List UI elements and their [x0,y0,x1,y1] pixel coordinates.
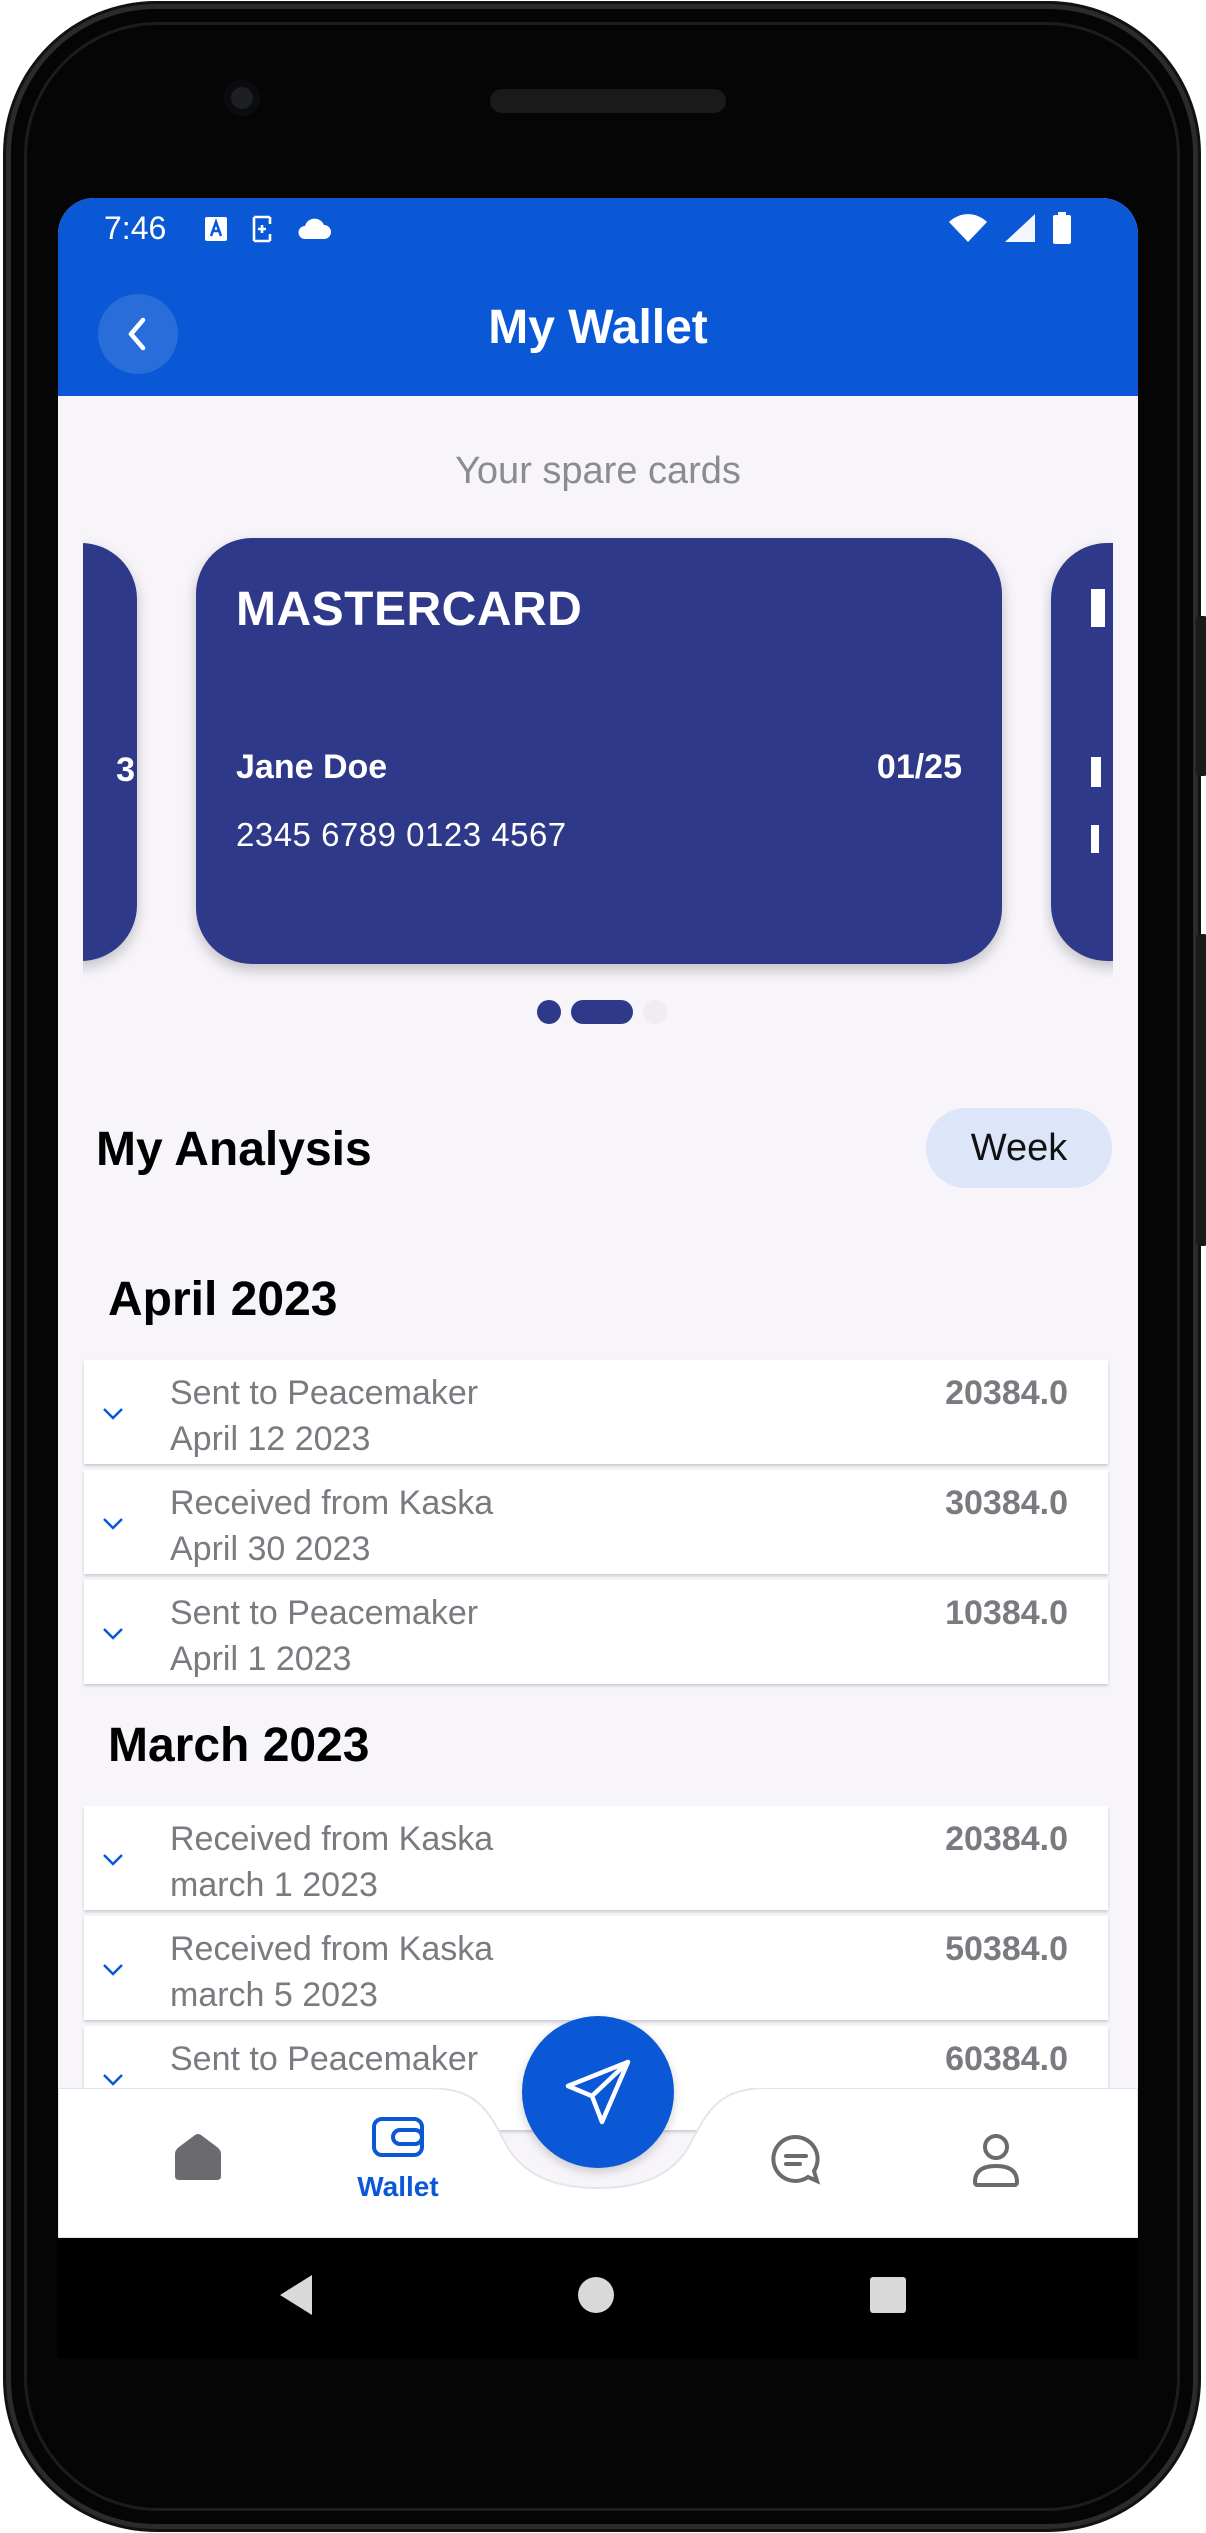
transaction-date: march 1 2023 [170,1866,378,1904]
transaction-title: Sent to Peacemaker [170,2040,479,2078]
chevron-down-icon[interactable] [98,1398,128,1428]
transaction-amount: 60384.0 [945,2040,1068,2078]
volume-button [1196,934,1206,1246]
translate-icon [205,217,227,241]
carousel-next-card-clip [1043,528,1113,978]
app-bar: My Wallet [58,272,1138,396]
carousel-prev-card-clip: 3 [83,528,163,978]
chevron-down-icon[interactable] [98,1508,128,1538]
system-navigation-bar [58,2238,1138,2358]
pager-dot[interactable] [537,1000,561,1024]
user-icon [972,2134,1020,2187]
transaction-date: April 1 2023 [170,1640,352,1678]
page-title: My Wallet [488,301,708,354]
app-screen: 7:46 My Wallet Your spare cards 3 MASTER… [58,198,1138,2238]
send-icon [565,2059,631,2125]
transaction-amount: 20384.0 [945,1374,1068,1412]
card-holder-name: Jane Doe [236,748,388,786]
cloud-icon [298,218,331,239]
chevron-down-icon[interactable] [98,1954,128,1984]
status-bar: 7:46 [58,198,1138,272]
transaction-title: Received from Kaska [170,1484,494,1522]
transaction-date: April 12 2023 [170,1420,371,1458]
accessibility-icon [252,215,272,243]
transaction-date: march 5 2023 [170,1976,378,2014]
transaction-row[interactable]: Received from Kaska march 1 2023 20384.0 [84,1806,1108,1910]
card-number: 2345 6789 0123 4567 [236,816,567,853]
nav-item-wallet[interactable]: Wallet [338,2116,458,2203]
transaction-amount: 20384.0 [945,1820,1068,1858]
signal-icon [1005,214,1035,242]
next-card-holder-fragment [1091,757,1101,787]
nav-item-home[interactable] [138,2132,258,2193]
system-recents-icon[interactable] [868,2272,908,2318]
earpiece-speaker [490,89,726,113]
prev-card-fragment: 3 [116,751,135,789]
period-chip[interactable]: Week [926,1108,1112,1188]
cards-heading: Your spare cards [455,450,741,492]
next-card-number-fragment [1091,825,1099,853]
next-card[interactable] [1051,543,1113,961]
next-card-brand-fragment [1091,589,1105,627]
front-camera [224,80,260,116]
battery-icon [1053,212,1071,244]
credit-card[interactable]: MASTERCARD Jane Doe 01/25 2345 6789 0123… [196,538,1002,964]
transaction-title: Sent to Peacemaker [170,1594,479,1632]
wallet-icon [372,2117,424,2157]
analysis-title: My Analysis [96,1123,372,1176]
nav-label-wallet: Wallet [357,2171,439,2202]
power-button [1196,616,1206,776]
transaction-title: Sent to Peacemaker [170,1374,479,1412]
system-home-icon[interactable] [576,2272,616,2318]
transaction-row[interactable]: Sent to Peacemaker April 1 2023 10384.0 [84,1580,1108,1684]
transaction-title: Received from Kaska [170,1820,494,1858]
pager-dot[interactable] [643,1000,667,1024]
transaction-row[interactable]: Sent to Peacemaker April 12 2023 20384.0 [84,1360,1108,1464]
transaction-amount: 10384.0 [945,1594,1068,1632]
transaction-date: April 30 2023 [170,1530,371,1568]
chevron-down-icon[interactable] [98,1618,128,1648]
card-brand: MASTERCARD [236,583,583,636]
wifi-icon [949,214,987,242]
prev-card[interactable]: 3 [83,543,137,961]
transaction-row[interactable]: Received from Kaska march 5 2023 50384.0 [84,1916,1108,2020]
month-header: April 2023 [108,1273,338,1326]
transaction-amount: 30384.0 [945,1484,1068,1522]
transaction-amount: 50384.0 [945,1930,1068,1968]
month-header: March 2023 [108,1719,370,1772]
nav-item-profile[interactable] [936,2132,1056,2199]
card-expiry: 01/25 [876,748,962,786]
system-back-icon[interactable] [276,2272,316,2318]
status-time: 7:46 [104,210,167,246]
carousel-pager [58,1000,1138,1024]
chat-icon [771,2134,821,2185]
chevron-down-icon[interactable] [98,1844,128,1874]
nav-item-messages[interactable] [736,2132,856,2197]
home-icon [175,2134,221,2180]
pager-dot-active[interactable] [571,1000,633,1024]
transaction-title: Received from Kaska [170,1930,494,1968]
send-money-button[interactable] [522,2016,674,2168]
transaction-row[interactable]: Received from Kaska April 30 2023 30384.… [84,1470,1108,1574]
